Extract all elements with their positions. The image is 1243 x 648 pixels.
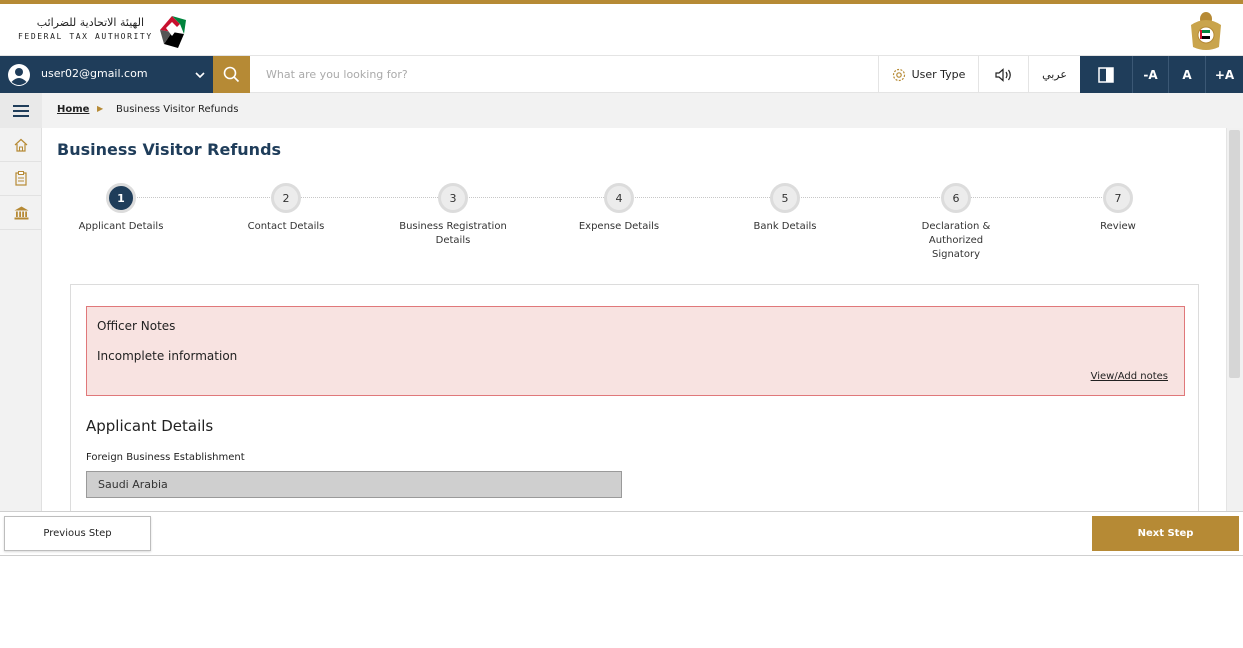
breadcrumb-current: Business Visitor Refunds xyxy=(116,104,239,115)
step-number: 4 xyxy=(604,183,634,213)
step-label: Expense Details xyxy=(578,221,660,232)
text-to-speech-button[interactable] xyxy=(978,56,1028,93)
contrast-icon xyxy=(1098,66,1114,83)
footer-actions: Previous Step Next Step xyxy=(0,511,1243,556)
step-7[interactable]: 7 Review xyxy=(1048,183,1188,234)
step-6[interactable]: 6 Declaration & Authorized Signatory xyxy=(886,183,1026,262)
step-label: Contact Details xyxy=(247,221,325,232)
step-label: Bank Details xyxy=(753,221,817,232)
chevron-down-icon xyxy=(195,72,205,79)
uae-emblem-icon xyxy=(1191,12,1221,50)
user-email: user02@gmail.com xyxy=(41,67,148,80)
logo-arabic-text: الهيئة الاتحادية للضرائب xyxy=(36,16,144,29)
breadcrumb-home-link[interactable]: Home xyxy=(57,104,89,115)
font-normal-button[interactable]: A xyxy=(1168,56,1205,93)
toolbar: user02@gmail.com User Type عربي -A A + xyxy=(0,56,1243,93)
user-type-button[interactable]: User Type xyxy=(878,56,978,93)
previous-step-button[interactable]: Previous Step xyxy=(4,516,151,551)
step-number: 1 xyxy=(106,183,136,213)
officer-notes-panel: Officer Notes Incomplete information Vie… xyxy=(86,306,1185,396)
gear-icon xyxy=(892,68,905,81)
search-input[interactable] xyxy=(256,61,856,88)
breadcrumb: Home ▶ Business Visitor Refunds xyxy=(42,93,1243,128)
section-title: Applicant Details xyxy=(86,417,214,435)
step-label: Business Registration Details xyxy=(399,221,507,246)
step-5[interactable]: 5 Bank Details xyxy=(715,183,855,234)
officer-notes-text: Incomplete information xyxy=(97,349,238,363)
speaker-icon xyxy=(994,67,1011,82)
clipboard-icon xyxy=(15,171,27,186)
menu-toggle-button[interactable] xyxy=(0,93,42,128)
step-label: Declaration & Authorized Signatory xyxy=(921,221,991,260)
step-label: Review xyxy=(1100,221,1136,232)
hamburger-icon xyxy=(13,104,29,117)
next-step-button[interactable]: Next Step xyxy=(1092,516,1239,551)
home-icon xyxy=(14,138,28,152)
scrollbar-thumb[interactable] xyxy=(1229,130,1240,378)
step-label: Applicant Details xyxy=(78,221,164,232)
logo-english-text: FEDERAL TAX AUTHORITY xyxy=(18,32,153,41)
step-2[interactable]: 2 Contact Details xyxy=(216,183,356,234)
foreign-business-label: Foreign Business Establishment xyxy=(86,452,245,463)
search-icon xyxy=(223,66,240,83)
step-number: 3 xyxy=(438,183,468,213)
step-number: 7 xyxy=(1103,183,1133,213)
page-title: Business Visitor Refunds xyxy=(57,140,282,159)
foreign-business-field: Saudi Arabia xyxy=(86,471,622,498)
breadcrumb-arrow-icon: ▶ xyxy=(97,104,104,113)
view-add-notes-link[interactable]: View/Add notes xyxy=(1091,371,1168,382)
language-toggle[interactable]: عربي xyxy=(1028,56,1080,93)
step-number: 2 xyxy=(271,183,301,213)
bank-icon xyxy=(14,206,28,219)
step-1[interactable]: 1 Applicant Details xyxy=(51,183,191,234)
user-avatar-icon xyxy=(8,64,30,86)
font-decrease-button[interactable]: -A xyxy=(1132,56,1168,93)
sidebar xyxy=(0,93,42,511)
contrast-toggle[interactable] xyxy=(1080,56,1132,93)
search-button[interactable] xyxy=(213,56,250,93)
main-content: Business Visitor Refunds 1 Applicant Det… xyxy=(42,128,1226,511)
font-increase-button[interactable]: +A xyxy=(1205,56,1243,93)
sidebar-item-home[interactable] xyxy=(0,128,42,162)
form-card: Officer Notes Incomplete information Vie… xyxy=(70,284,1199,511)
sidebar-item-bank[interactable] xyxy=(0,196,42,230)
step-number: 5 xyxy=(770,183,800,213)
sidebar-item-documents[interactable] xyxy=(0,162,42,196)
site-header: الهيئة الاتحادية للضرائب FEDERAL TAX AUT… xyxy=(0,4,1243,56)
officer-notes-title: Officer Notes xyxy=(97,319,176,333)
user-menu[interactable]: user02@gmail.com xyxy=(0,56,213,93)
user-type-label: User Type xyxy=(911,68,966,81)
fta-logo-icon[interactable] xyxy=(150,10,194,52)
step-3[interactable]: 3 Business Registration Details xyxy=(383,183,523,248)
step-number: 6 xyxy=(941,183,971,213)
step-4[interactable]: 4 Expense Details xyxy=(549,183,689,234)
